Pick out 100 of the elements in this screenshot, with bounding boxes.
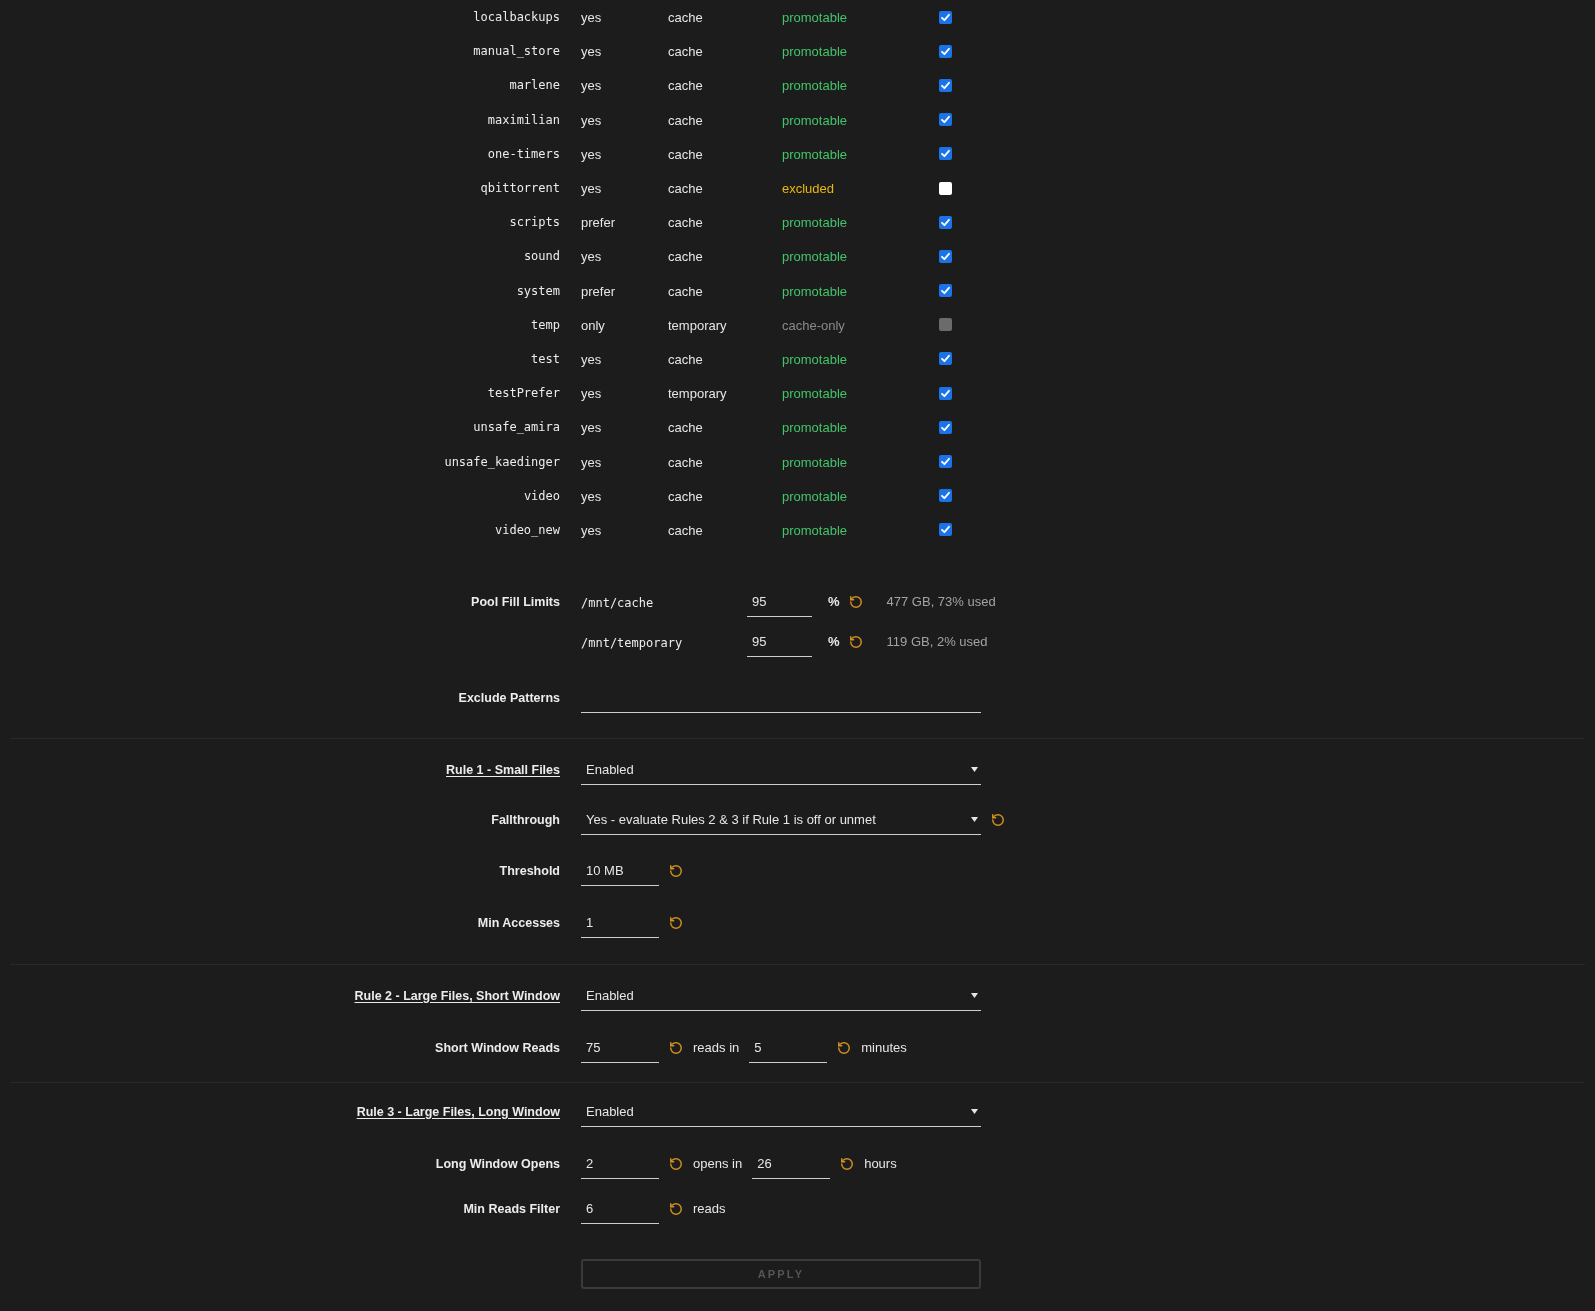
checkbox[interactable] [939,147,952,161]
text-field[interactable]: 5 [749,1033,828,1063]
status-text: cache-only [782,317,845,333]
field-label: Exclude Patterns [458,689,560,707]
dropdown[interactable]: Yes - evaluate Rules 2 & 3 if Rule 1 is off or unmet [581,805,981,835]
dropdown[interactable]: Enabled [581,981,981,1011]
text-field[interactable]: 95 [747,587,812,617]
reset-icon[interactable] [669,864,683,878]
rule-heading-link[interactable]: Rule 1 - Small Files [446,760,560,780]
use-cache-value: yes [581,249,602,265]
caret-icon [971,993,978,998]
use-cache-value: yes [581,488,602,504]
pool-name: cache [668,112,703,128]
text-field[interactable]: 26 [752,1149,831,1179]
checkbox[interactable] [939,181,952,195]
checkbox[interactable] [939,284,952,298]
pool-usage: 119 GB, 2% used [886,633,988,652]
share-name: sound [523,248,560,266]
pool-name: cache [668,78,703,94]
text-field[interactable]: 2 [581,1149,659,1179]
pool-name: cache [668,215,703,231]
pool-name: cache [668,283,703,299]
checkbox[interactable] [939,249,952,263]
dropdown[interactable]: Enabled [581,755,981,785]
pool-name: cache [668,522,703,538]
field-label: Min Accesses [477,914,560,932]
status-text: promotable [782,420,848,436]
use-cache-value: yes [581,146,602,162]
use-cache-value: yes [581,420,602,436]
reset-icon[interactable] [848,635,863,649]
pool-name: cache [668,10,703,26]
dropdown[interactable]: Enabled [581,1097,981,1127]
text-field[interactable]: 95 [747,627,812,657]
pool-name: cache [668,44,703,60]
checkbox[interactable] [939,215,952,229]
share-name: maximilian [487,111,560,129]
status-text: promotable [782,488,848,504]
pool-path: /mnt/cache [581,596,654,610]
text-field[interactable]: 6 [581,1194,659,1224]
share-name: testPrefer [487,385,560,403]
status-text: excluded [782,181,835,197]
status-text: promotable [782,249,848,265]
checkbox[interactable] [939,489,952,503]
checkbox[interactable] [939,78,952,92]
unit-label: reads in [693,1039,740,1058]
checkbox[interactable] [939,420,952,434]
share-name: system [516,282,560,300]
field-label: Fallthrough [491,811,560,829]
use-cache-value: yes [581,44,602,60]
checkbox[interactable] [939,386,952,400]
checkbox[interactable] [939,352,952,366]
text-field[interactable]: 75 [581,1033,659,1063]
share-name: video_new [494,521,560,539]
status-text: promotable [782,283,848,299]
unit-label: opens in [693,1155,743,1174]
status-text: promotable [782,454,848,470]
text-field[interactable]: 1 [581,908,659,938]
use-cache-value: yes [581,522,602,538]
status-text: promotable [782,522,848,538]
use-cache-value: prefer [581,215,615,231]
status-text: promotable [782,386,848,402]
reset-icon[interactable] [991,813,1005,827]
reset-icon[interactable] [848,595,863,609]
field-label: Long Window Opens [435,1155,560,1173]
pool-name: cache [668,488,703,504]
reset-icon[interactable] [669,1157,683,1171]
reset-icon[interactable] [840,1157,855,1171]
share-name: one-timers [487,145,560,163]
field-label: Min Reads Filter [463,1200,560,1218]
pool-name: cache [668,420,703,436]
reset-icon[interactable] [669,1041,683,1055]
share-name: unsafe_amira [473,419,560,437]
use-cache-value: prefer [581,283,615,299]
checkbox[interactable] [939,44,952,58]
checkbox[interactable] [939,523,952,537]
reset-icon[interactable] [669,1202,683,1216]
caret-icon [971,817,978,822]
percent-unit: % [828,593,840,612]
status-text: promotable [782,146,848,162]
status-text: promotable [782,112,848,128]
rule-heading-link[interactable]: Rule 3 - Large Files, Long Window [356,1102,560,1122]
unit-label: minutes [861,1039,907,1058]
share-name: localbackups [473,9,560,27]
checkbox[interactable] [939,113,952,127]
use-cache-value: yes [581,386,602,402]
use-cache-value: yes [581,454,602,470]
checkbox[interactable] [939,455,952,469]
checkbox[interactable] [939,10,952,24]
unit-label: hours [864,1155,897,1174]
text-field[interactable]: 10 MB [581,856,659,886]
reset-icon[interactable] [837,1041,852,1055]
pool-name: cache [668,181,703,197]
reset-icon[interactable] [669,916,683,930]
pool-path: /mnt/temporary [581,636,683,650]
percent-unit: % [828,633,840,652]
use-cache-value: only [581,317,605,333]
caret-icon [971,1109,978,1114]
rule-heading-link[interactable]: Rule 2 - Large Files, Short Window [354,986,560,1006]
status-text: promotable [782,44,848,60]
share-name: manual_store [473,43,560,61]
